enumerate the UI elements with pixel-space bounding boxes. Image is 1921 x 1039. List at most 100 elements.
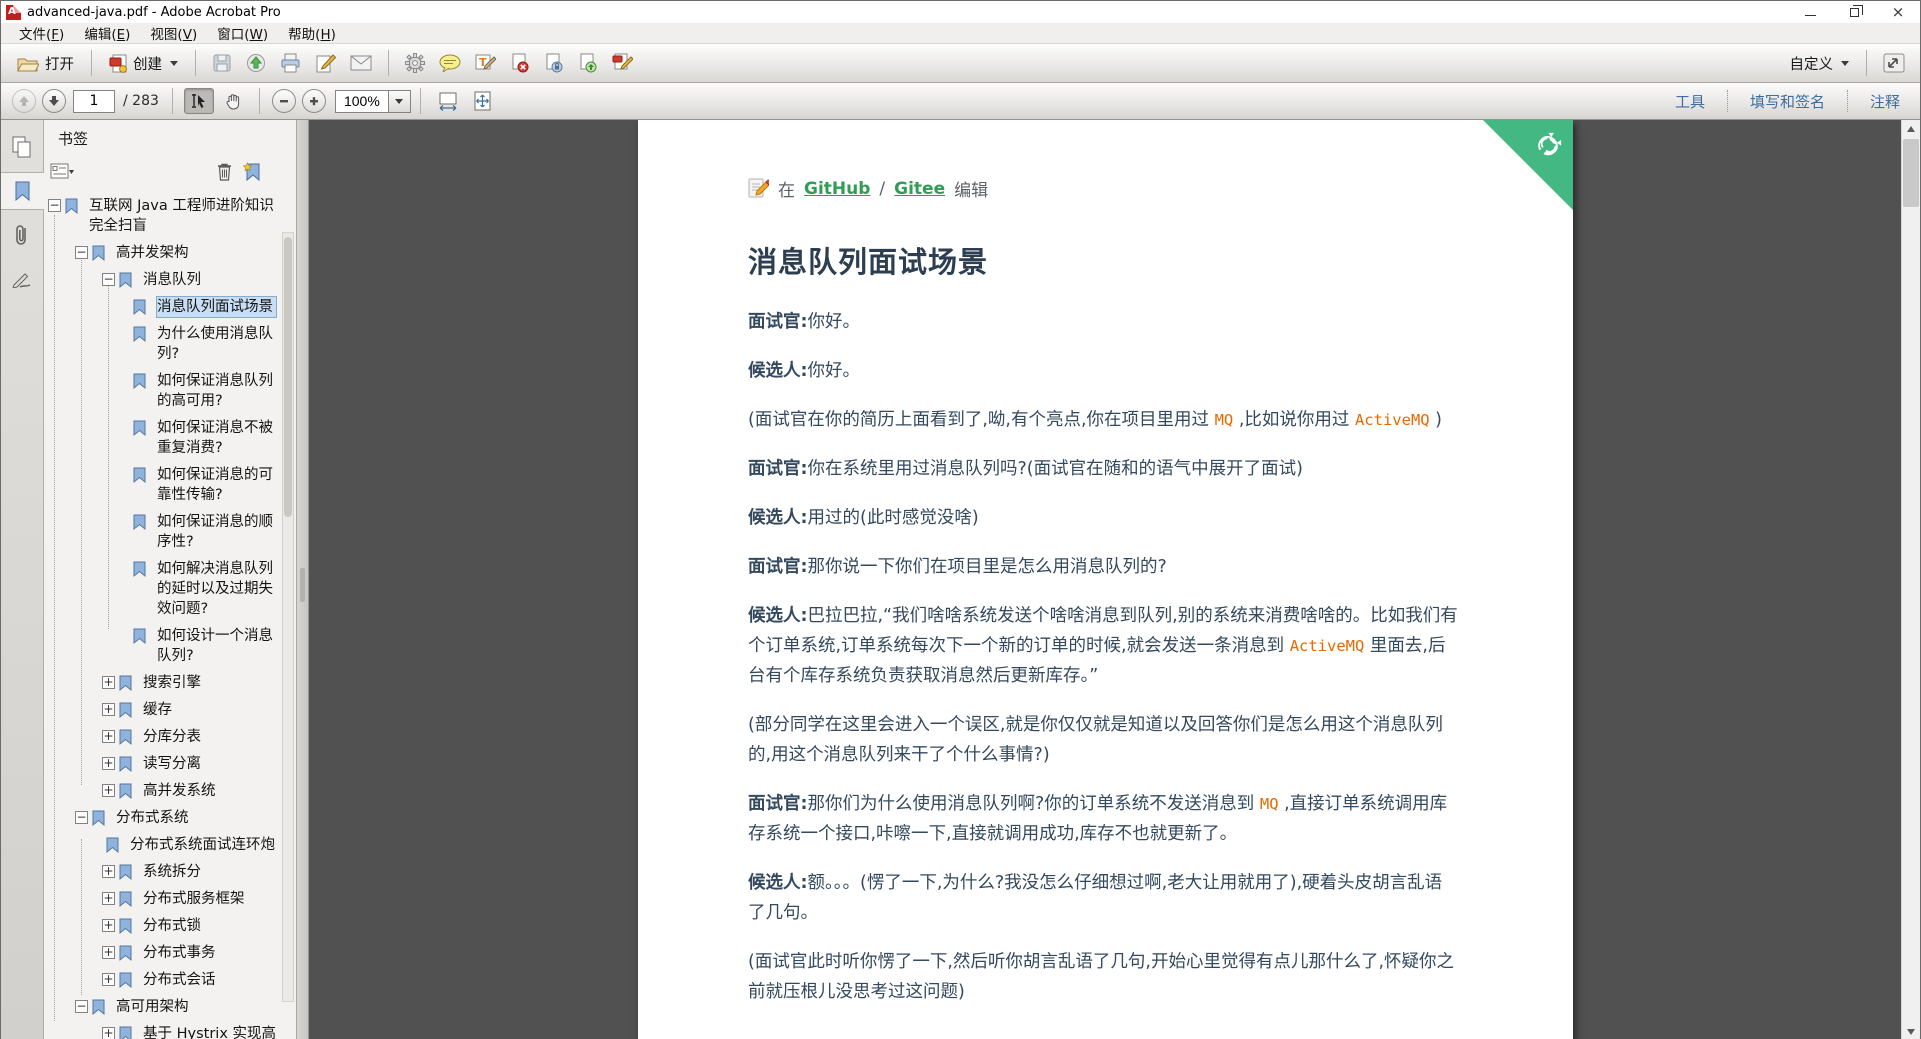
comment-bubble-button[interactable] <box>432 50 468 76</box>
scroll-up-button[interactable] <box>1902 120 1920 137</box>
bookmark-item[interactable]: + 系统拆分 <box>44 859 296 886</box>
bookmark-item[interactable]: + 基于 Hystrix 实现高可 <box>44 1021 296 1039</box>
bookmark-label[interactable]: 分布式服务框架 <box>143 889 276 909</box>
page-thumbnails-tab[interactable] <box>1 128 43 166</box>
hand-tool-button[interactable] <box>218 88 248 114</box>
menu-item[interactable]: 编辑(E) <box>74 21 140 45</box>
bookmark-label[interactable]: 分布式会话 <box>143 970 276 990</box>
expand-icon[interactable]: + <box>102 703 115 716</box>
collapse-icon[interactable]: − <box>102 273 115 286</box>
bookmark-item[interactable]: + 高并发系统 <box>44 778 296 805</box>
bookmark-item[interactable]: 消息队列面试场景 <box>44 294 296 321</box>
github-corner-ribbon[interactable] <box>1483 120 1573 210</box>
bookmark-label[interactable]: 为什么使用消息队列? <box>157 324 276 364</box>
bookmark-label[interactable]: 如何设计一个消息队列? <box>157 626 276 666</box>
expand-icon[interactable]: + <box>102 973 115 986</box>
scrollbar-thumb[interactable] <box>1903 139 1919 207</box>
bookmark-label[interactable]: 如何保证消息的顺序性? <box>157 512 276 552</box>
new-bookmark-button[interactable] <box>243 161 262 182</box>
bookmark-item[interactable]: + 分布式事务 <box>44 940 296 967</box>
bookmark-label[interactable]: 分布式系统 <box>116 808 276 828</box>
save-button[interactable] <box>205 49 239 77</box>
attachments-tab[interactable] <box>1 216 43 254</box>
expand-icon[interactable]: + <box>102 730 115 743</box>
bookmark-label[interactable]: 如何保证消息的可靠性传输? <box>157 465 276 505</box>
bookmark-item[interactable]: + 缓存 <box>44 697 296 724</box>
fill-sign-tab[interactable]: 填写和签名 <box>1738 87 1837 116</box>
open-button[interactable]: 打开 <box>9 49 82 78</box>
fit-width-button[interactable] <box>430 87 466 115</box>
bookmark-label[interactable]: 高并发系统 <box>143 781 276 801</box>
bookmark-item[interactable]: + 分库分表 <box>44 724 296 751</box>
bookmark-item[interactable]: 如何设计一个消息队列? <box>44 623 296 670</box>
fit-page-button[interactable] <box>466 87 500 115</box>
bookmark-item[interactable]: + 分布式锁 <box>44 913 296 940</box>
bookmark-item[interactable]: 分布式系统面试连环炮 <box>44 832 296 859</box>
bookmark-item[interactable]: 如何保证消息不被重复消费? <box>44 415 296 462</box>
bookmark-item[interactable]: 为什么使用消息队列? <box>44 321 296 368</box>
edit-form-button[interactable] <box>605 49 640 77</box>
bookmark-label[interactable]: 读写分离 <box>143 754 276 774</box>
bookmark-item[interactable]: 如何保证消息的顺序性? <box>44 509 296 556</box>
sign-button[interactable] <box>308 49 343 77</box>
next-page-button[interactable] <box>42 89 66 113</box>
export-document-button[interactable] <box>571 49 605 77</box>
bookmarks-scrollbar-thumb[interactable] <box>284 237 292 517</box>
bookmark-options-menu-button[interactable] <box>50 163 74 180</box>
print-button[interactable] <box>273 49 308 77</box>
expand-icon[interactable]: + <box>102 1027 115 1039</box>
bookmark-item[interactable]: 如何保证消息的可靠性传输? <box>44 462 296 509</box>
bookmark-label[interactable]: 系统拆分 <box>143 862 276 882</box>
expand-icon[interactable]: + <box>102 892 115 905</box>
bookmark-item[interactable]: + 读写分离 <box>44 751 296 778</box>
bookmark-label[interactable]: 分布式系统面试连环炮 <box>130 835 276 855</box>
bookmark-item[interactable]: − 消息队列 <box>44 267 296 294</box>
bookmark-item[interactable]: + 搜索引擎 <box>44 670 296 697</box>
comment-tab[interactable]: 注释 <box>1858 87 1912 116</box>
zoom-out-button[interactable] <box>271 89 296 113</box>
delete-bookmark-button[interactable] <box>216 162 233 181</box>
splitter-grip[interactable] <box>300 568 305 602</box>
bookmark-label[interactable]: 消息队列 <box>143 270 276 290</box>
select-tool-button[interactable] <box>183 88 214 114</box>
minimize-button[interactable] <box>1788 1 1832 23</box>
bookmark-label[interactable]: 基于 Hystrix 实现高可 <box>143 1024 276 1039</box>
previous-page-button[interactable] <box>12 89 36 113</box>
bookmark-item[interactable]: − 高并发架构 <box>44 240 296 267</box>
settings-button[interactable] <box>398 49 432 77</box>
bookmark-label[interactable]: 缓存 <box>143 700 276 720</box>
bookmark-label[interactable]: 如何保证消息不被重复消费? <box>157 418 276 458</box>
protect-document-button[interactable] <box>537 49 571 77</box>
customize-button[interactable]: 自定义 <box>1782 49 1858 78</box>
expand-icon[interactable]: + <box>102 946 115 959</box>
expand-icon[interactable]: + <box>102 784 115 797</box>
bookmark-label[interactable]: 分布式锁 <box>143 916 276 936</box>
bookmark-item[interactable]: 如何保证消息队列的高可用? <box>44 368 296 415</box>
signatures-tab[interactable] <box>1 260 43 298</box>
panel-splitter[interactable] <box>297 120 309 1039</box>
bookmarks-tab[interactable] <box>1 172 44 210</box>
expand-icon[interactable]: + <box>102 757 115 770</box>
bookmark-item[interactable]: − 分布式系统 <box>44 805 296 832</box>
menu-item[interactable]: 视图(V) <box>140 21 207 45</box>
bookmark-item[interactable]: 如何解决消息队列的延时以及过期失效问题? <box>44 556 296 623</box>
bookmark-item[interactable]: + 分布式服务框架 <box>44 886 296 913</box>
menu-item[interactable]: 窗口(W) <box>207 21 278 45</box>
page-number-input[interactable] <box>73 89 115 113</box>
zoom-level-input[interactable] <box>334 89 389 113</box>
bookmark-label[interactable]: 互联网 Java 工程师进阶知识完全扫盲 <box>89 196 276 236</box>
delete-pages-button[interactable] <box>503 49 537 77</box>
bookmark-label[interactable]: 高可用架构 <box>116 997 276 1017</box>
expand-toolbar-button[interactable] <box>1876 49 1912 77</box>
restore-button[interactable] <box>1832 1 1876 23</box>
gitee-link[interactable]: Gitee <box>894 179 945 199</box>
menu-item[interactable]: 文件(F) <box>9 21 74 45</box>
bookmarks-scrollbar[interactable] <box>282 232 294 1002</box>
close-button[interactable]: × <box>1876 1 1920 23</box>
menu-item[interactable]: 帮助(H) <box>278 21 346 45</box>
add-text-note-button[interactable]: T <box>468 50 503 77</box>
collapse-icon[interactable]: − <box>75 246 88 259</box>
bookmark-label[interactable]: 如何保证消息队列的高可用? <box>157 371 276 411</box>
bookmark-label[interactable]: 搜索引擎 <box>143 673 276 693</box>
bookmark-label[interactable]: 消息队列面试场景 <box>156 296 277 318</box>
